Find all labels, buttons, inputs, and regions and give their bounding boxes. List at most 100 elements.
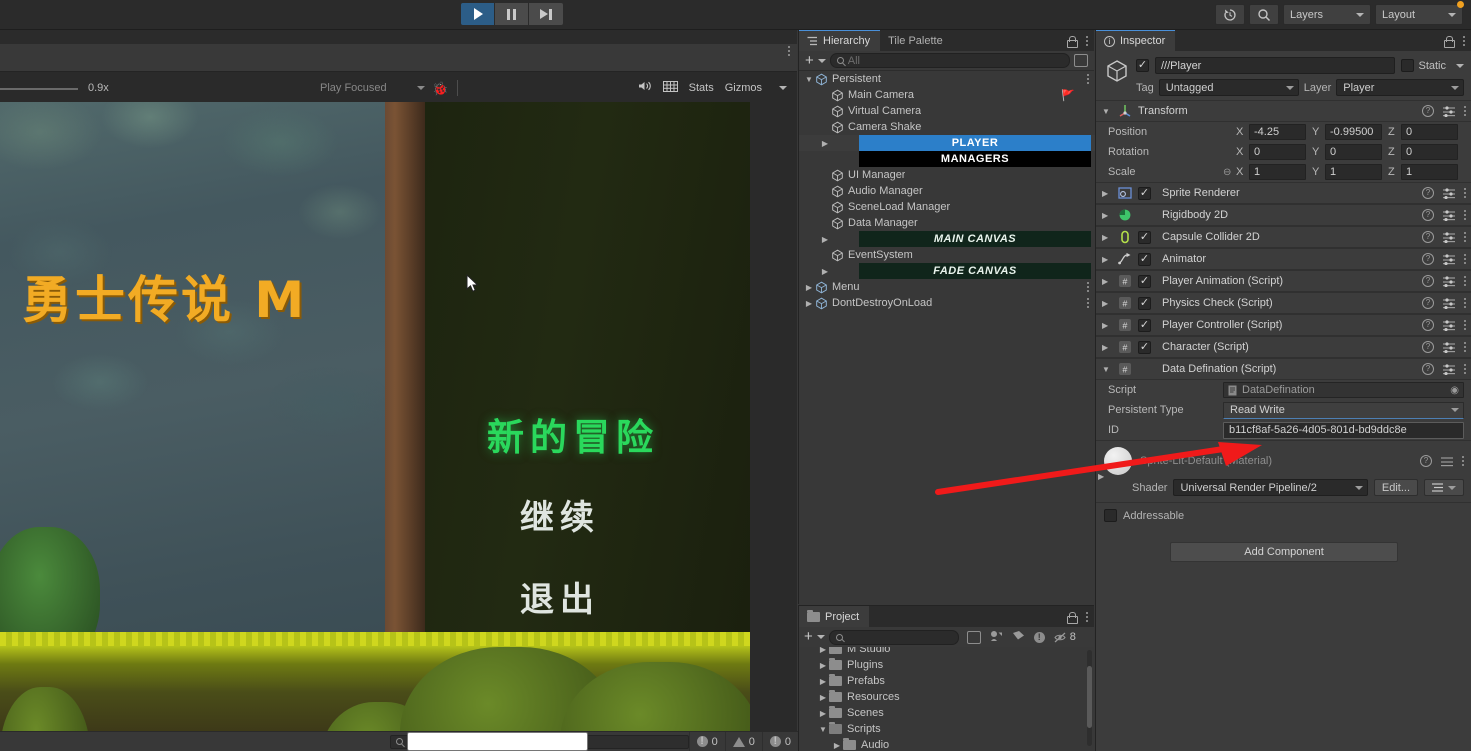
kebab-icon[interactable]	[1464, 210, 1466, 220]
project-row[interactable]: ▶ Resources	[799, 689, 1095, 705]
object-picker-icon[interactable]: ◉	[1450, 385, 1459, 396]
project-search-box[interactable]	[828, 629, 959, 645]
component-enabled-checkbox[interactable]	[1138, 186, 1151, 200]
chevron-right-icon[interactable]: ▶	[819, 139, 831, 148]
filter-by-label-button[interactable]	[1012, 630, 1025, 644]
chevron-down-icon[interactable]	[417, 86, 425, 90]
bug-icon[interactable]: 🐞	[432, 81, 448, 97]
preset-icon[interactable]	[1443, 209, 1455, 221]
component-header-transform[interactable]: ▼ Transform ?	[1096, 100, 1471, 122]
play-button[interactable]	[461, 3, 495, 25]
gameobject-active-checkbox[interactable]	[1136, 59, 1149, 72]
component-enabled-checkbox[interactable]	[1138, 340, 1151, 354]
menu-item-continue[interactable]: 继续	[520, 490, 600, 539]
help-icon[interactable]: ?	[1422, 187, 1434, 199]
component-enabled-checkbox[interactable]	[1138, 230, 1151, 244]
mute-audio-button[interactable]	[638, 80, 652, 95]
hierarchy-row[interactable]: Camera Shake	[799, 119, 1095, 135]
help-icon[interactable]: ?	[1422, 275, 1434, 287]
preset-icon[interactable]	[1443, 187, 1455, 199]
kebab-icon[interactable]	[1464, 232, 1466, 242]
stats-button[interactable]: Stats	[689, 82, 714, 94]
chevron-right-icon[interactable]: ▶	[1102, 343, 1112, 352]
preset-icon[interactable]	[1441, 456, 1453, 467]
chevron-right-icon[interactable]: ▶	[1102, 233, 1112, 242]
tab-hierarchy[interactable]: Hierarchy	[799, 30, 881, 51]
expand-icon[interactable]	[966, 630, 981, 644]
kebab-icon[interactable]	[1464, 276, 1466, 286]
chevron-right-icon[interactable]: ▶	[831, 741, 843, 750]
create-gameobject-button[interactable]: +	[805, 53, 826, 68]
hierarchy-tree[interactable]: ▼ Persistent Main Camera 🚩 Virtual Camera Cam…	[799, 71, 1095, 604]
hierarchy-search-input[interactable]	[847, 54, 1063, 67]
console-search-input[interactable]	[390, 732, 689, 751]
kebab-icon[interactable]	[1464, 364, 1466, 374]
hierarchy-expand-button[interactable]	[1074, 54, 1088, 67]
chevron-right-icon[interactable]: ▶	[1102, 277, 1112, 286]
chevron-right-icon[interactable]: ▶	[817, 693, 829, 702]
chevron-down-icon[interactable]: ▼	[803, 75, 815, 84]
preset-icon[interactable]	[1443, 297, 1455, 309]
kebab-icon[interactable]	[1464, 106, 1466, 116]
help-icon[interactable]: ?	[1420, 455, 1432, 467]
hierarchy-row[interactable]: UI Manager	[799, 167, 1095, 183]
help-icon[interactable]: ?	[1422, 363, 1434, 375]
help-icon[interactable]: ?	[1422, 231, 1434, 243]
project-scrollbar[interactable]	[1087, 650, 1092, 746]
component-header[interactable]: ▶ Capsule Collider 2D?	[1096, 226, 1471, 248]
chevron-right-icon[interactable]: ▶	[1102, 299, 1112, 308]
component-header[interactable]: ▶ Sprite Renderer?	[1096, 182, 1471, 204]
project-tree[interactable]: ▶ M Studio ▶ Plugins ▶ Prefabs ▶ Resources ▶ Scen…	[799, 647, 1095, 751]
static-checkbox[interactable]	[1401, 59, 1415, 72]
field-scale-x[interactable]: 1	[1249, 164, 1306, 180]
script-object-field[interactable]: DataDefination ◉	[1223, 382, 1464, 398]
component-header[interactable]: ▶ # Physics Check (Script)?	[1096, 292, 1471, 314]
chevron-right-icon[interactable]: ▶	[819, 235, 831, 244]
help-icon[interactable]: ?	[1422, 253, 1434, 265]
hierarchy-banner[interactable]: MAIN CANVAS	[859, 231, 1091, 247]
undo-history-button[interactable]	[1215, 4, 1245, 25]
help-icon[interactable]: ?	[1422, 319, 1434, 331]
hierarchy-row[interactable]: ▶ MAIN CANVAS	[799, 231, 1095, 247]
help-icon[interactable]: ?	[1422, 297, 1434, 309]
component-enabled-checkbox[interactable]	[1138, 296, 1151, 310]
hierarchy-row[interactable]: Virtual Camera	[799, 103, 1095, 119]
component-header[interactable]: ▶ # Character (Script)?	[1096, 336, 1471, 358]
project-row[interactable]: ▼ Scripts	[799, 721, 1095, 737]
filter-errors-button[interactable]: !	[1033, 631, 1045, 643]
project-row[interactable]: ▶ Plugins	[799, 657, 1095, 673]
hierarchy-row[interactable]: MANAGERS	[799, 151, 1095, 167]
project-search-input[interactable]	[846, 631, 952, 643]
warning-counter[interactable]: 0	[724, 731, 762, 751]
hierarchy-banner[interactable]: MANAGERS	[859, 151, 1091, 167]
kebab-icon[interactable]	[1464, 298, 1466, 308]
layer-dropdown[interactable]: Player	[1336, 79, 1464, 96]
chevron-right-icon[interactable]: ▶	[817, 677, 829, 686]
chevron-right-icon[interactable]: ▶	[819, 267, 831, 276]
kebab-icon[interactable]	[1087, 282, 1089, 292]
field-scale-y[interactable]: 1	[1325, 164, 1382, 180]
component-enabled-checkbox[interactable]	[1138, 252, 1151, 266]
kebab-icon[interactable]	[1086, 611, 1088, 622]
gameobject-name-input[interactable]	[1155, 57, 1396, 74]
filter-by-type-button[interactable]	[990, 630, 1003, 645]
pause-button[interactable]	[495, 3, 529, 25]
hierarchy-banner[interactable]: PLAYER	[859, 135, 1091, 151]
tag-dropdown[interactable]: Untagged	[1158, 79, 1299, 96]
preset-icon[interactable]	[1443, 341, 1455, 353]
field-rotation-y[interactable]: 0	[1325, 144, 1382, 160]
zoom-slider[interactable]	[0, 88, 78, 90]
kebab-icon[interactable]	[1464, 254, 1466, 264]
error-counter[interactable]: ! 0	[688, 731, 725, 751]
chevron-right-icon[interactable]: ▶	[817, 661, 829, 670]
component-enabled-checkbox[interactable]	[1138, 274, 1151, 288]
field-rotation-z[interactable]: 0	[1401, 144, 1458, 160]
lock-icon[interactable]	[1444, 35, 1455, 48]
chevron-right-icon[interactable]: ▶	[1102, 321, 1112, 330]
chevron-right-icon[interactable]: ▶	[817, 709, 829, 718]
chevron-right-icon[interactable]: ▶	[803, 299, 815, 308]
preset-icon[interactable]	[1443, 105, 1455, 117]
project-row[interactable]: ▶ Scenes	[799, 705, 1095, 721]
project-row[interactable]: ▶ Audio	[799, 737, 1095, 751]
hierarchy-search-box[interactable]	[829, 53, 1070, 68]
